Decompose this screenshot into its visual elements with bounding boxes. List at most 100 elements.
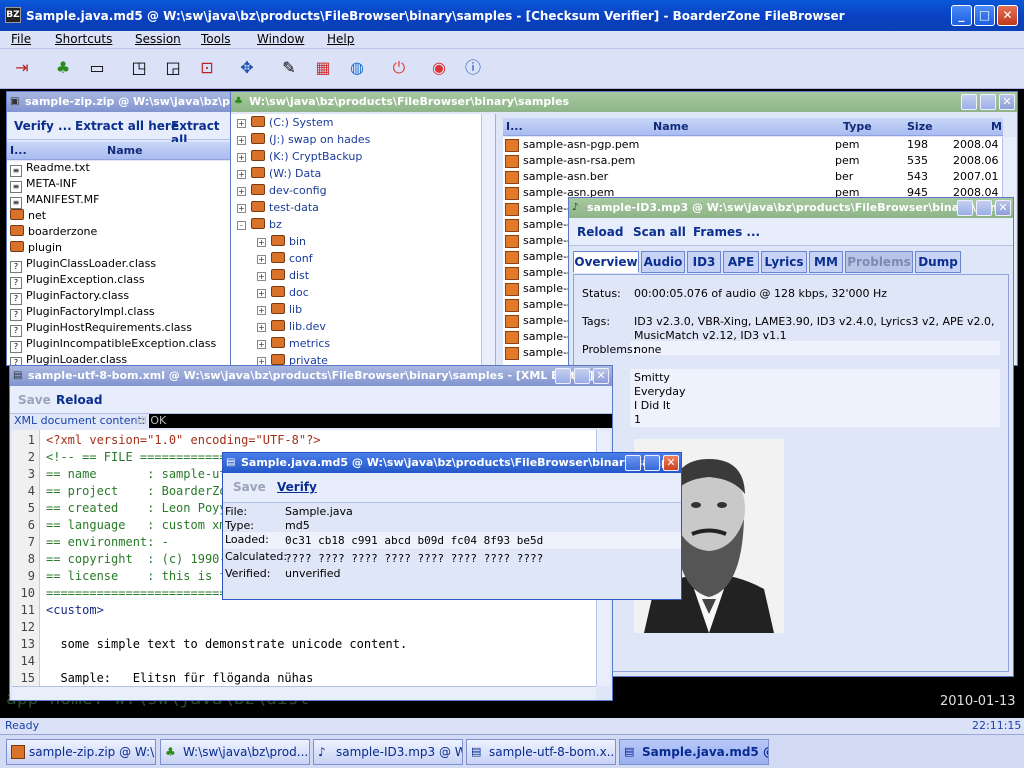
md5-window[interactable]: ▤ Sample.java.md5 @ W:\sw\java\bz\produc… [222,452,682,600]
id3-close-button[interactable]: ✕ [995,200,1011,216]
power-icon[interactable]: ⏻ [386,55,412,81]
grid-icon[interactable]: ▦ [310,55,336,81]
verify-button[interactable]: Verify ... [14,119,72,133]
main-title-bar[interactable]: BZ Sample.java.md5 @ W:\sw\java\bz\produ… [0,0,1024,31]
tab-lyrics[interactable]: Lyrics [761,251,807,273]
zip-window[interactable]: ▣ sample-zip.zip @ W:\sw\java\bz\product… [6,91,236,366]
tree-scrollbar[interactable] [481,114,495,365]
md5-verify-button[interactable]: Verify [277,480,317,494]
col-modified[interactable]: M [991,120,1002,133]
menu-tools[interactable]: Tools [201,32,231,46]
expand-icon[interactable]: + [257,255,266,264]
tab-problems[interactable]: Problems [845,251,913,273]
extract-all-here-button[interactable]: Extract all here [75,119,179,133]
close-button[interactable]: ✕ [997,5,1018,26]
menu-window[interactable]: Window [257,32,304,46]
tree-item[interactable]: + test-data [237,201,319,217]
table-row[interactable]: sample-asn-rsa.pem pem 535 2008.06 [503,154,1003,170]
minimize-button[interactable]: _ [951,5,972,26]
browser-maximize-button[interactable] [980,94,996,110]
task-id3[interactable]: ♪ sample-ID3.mp3 @ W... [313,739,463,765]
menu-file[interactable]: File [11,32,31,46]
expand-icon[interactable]: + [257,289,266,298]
md5-save-button[interactable]: Save [233,480,266,494]
xml-reload-button[interactable]: Reload [56,393,102,407]
tab-audio[interactable]: Audio [641,251,685,273]
list-item[interactable]: ≡ META-INF [10,177,234,193]
xml-window-title-bar[interactable]: ▤ sample-utf-8-bom.xml @ W:\sw\java\bz\p… [10,366,612,386]
xml-save-button[interactable]: Save [18,393,51,407]
zip-col-icon[interactable]: I... [10,144,27,157]
window-cascade-icon[interactable]: ◳ [126,55,152,81]
maximize-button[interactable]: □ [974,5,995,26]
task-browser[interactable]: ♣ W:\sw\java\bz\prod... [160,739,310,765]
md5-minimize-button[interactable] [625,455,641,471]
expand-icon[interactable]: + [237,136,246,145]
tree-item[interactable]: + (W:) Data [237,167,321,183]
md5-window-title-bar[interactable]: ▤ Sample.java.md5 @ W:\sw\java\bz\produc… [223,453,681,473]
list-item[interactable]: ≡ MANIFEST.MF [10,193,234,209]
xml-maximize-button[interactable] [574,368,590,384]
list-item[interactable]: ? PluginClassLoader.class [10,257,234,273]
list-item[interactable]: net [10,209,234,225]
list-item[interactable]: ≡ Readme.txt [10,161,234,177]
menu-help[interactable]: Help [327,32,354,46]
frames-button[interactable]: Frames ... [693,225,760,239]
tree-item[interactable]: + conf [257,252,313,268]
exit-icon[interactable]: ⇥ [9,55,35,81]
tree-item[interactable]: + bin [257,235,306,251]
tree-item[interactable]: + dist [257,269,309,285]
xml-scrollbar-h[interactable] [12,686,596,700]
zip-col-name[interactable]: Name [107,144,143,157]
list-item[interactable]: ? PluginFactoryImpl.class [10,305,234,321]
tab-dump[interactable]: Dump [915,251,961,273]
xml-close-button[interactable]: ✕ [593,368,609,384]
table-row[interactable]: sample-asn-pgp.pem pem 198 2008.04 [503,138,1003,154]
tree-item[interactable]: + doc [257,286,309,302]
tab-mm[interactable]: MM [809,251,843,273]
task-xml[interactable]: ▤ sample-utf-8-bom.x... [466,739,616,765]
id3-window[interactable]: ♪ sample-ID3.mp3 @ W:\sw\java\bz\product… [568,197,1014,677]
tree-item[interactable]: - bz [237,218,282,234]
browser-minimize-button[interactable] [961,94,977,110]
browser-close-button[interactable]: ✕ [999,94,1015,110]
list-item[interactable]: ? PluginException.class [10,273,234,289]
info-icon[interactable]: ⓘ [460,55,486,81]
id3-minimize-button[interactable] [957,200,973,216]
list-item[interactable]: ? PluginHostRequirements.class [10,321,234,337]
tab-overview[interactable]: Overview [573,251,639,273]
window-arrow-icon[interactable]: ⊡ [194,55,220,81]
md5-close-button[interactable]: ✕ [663,455,679,471]
expand-icon[interactable]: + [237,204,246,213]
expand-icon[interactable]: + [257,272,266,281]
expand-icon[interactable]: + [257,238,266,247]
tree-item[interactable]: + (C:) System [237,116,334,132]
tab-ape[interactable]: APE [723,251,759,273]
expand-icon[interactable]: + [257,340,266,349]
list-item[interactable]: ? PluginFactory.class [10,289,234,305]
id3-maximize-button[interactable] [976,200,992,216]
expand-icon[interactable]: + [237,119,246,128]
expand-icon[interactable]: + [257,323,266,332]
window-tile-icon[interactable]: ◲ [160,55,186,81]
col-type[interactable]: Type [843,120,872,133]
tree-item[interactable]: + (J:) swap on hades [237,133,370,149]
expand-icon[interactable]: + [237,170,246,179]
expand-icon[interactable]: + [237,153,246,162]
tree-item[interactable]: + (K:) CryptBackup [237,150,362,166]
tree-icon[interactable]: ♣ [50,55,76,81]
network-icon[interactable]: ✥ [234,55,260,81]
tree-item[interactable]: + metrics [257,337,330,353]
col-icon[interactable]: I... [506,120,523,133]
id3-window-title-bar[interactable]: ♪ sample-ID3.mp3 @ W:\sw\java\bz\product… [569,198,1013,218]
collapse-icon[interactable]: - [237,221,246,230]
browser-window-title-bar[interactable]: ♣ W:\sw\java\bz\products\FileBrowser\bin… [231,92,1017,112]
md5-maximize-button[interactable] [644,455,660,471]
col-name[interactable]: Name [653,120,689,133]
scan-all-button[interactable]: Scan all [633,225,686,239]
editor-icon[interactable]: ✎ [276,55,302,81]
tree-item[interactable]: + dev-config [237,184,327,200]
reload-button[interactable]: Reload [577,225,623,239]
lifebuoy-icon[interactable]: ◉ [426,55,452,81]
list-item[interactable]: boarderzone [10,225,234,241]
